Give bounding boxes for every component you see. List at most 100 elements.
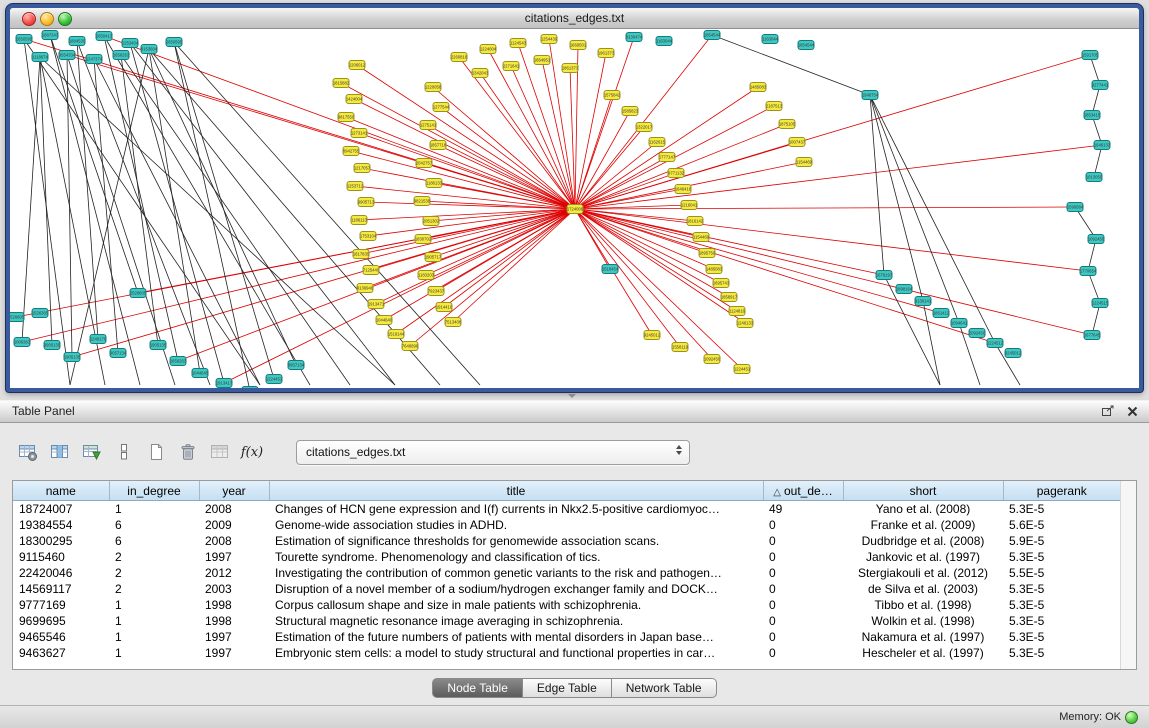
column-header-out_de[interactable]: △out_de… <box>763 481 843 501</box>
tab-node-table[interactable]: Node Table <box>432 678 523 698</box>
new-file-button[interactable] <box>142 439 170 465</box>
graph-node-label: 8942755 <box>343 149 360 154</box>
graph-edges <box>16 35 1102 388</box>
cell-short: Wolkin et al. (1998) <box>843 613 1003 629</box>
function-builder-button[interactable]: f(x) <box>238 439 266 465</box>
table-row[interactable]: 946554611997Estimation of the future num… <box>13 629 1121 645</box>
graph-node-label: 1519144 <box>388 332 405 337</box>
delete-entry-button[interactable] <box>174 439 202 465</box>
graph-edge <box>575 209 884 275</box>
column-header-year[interactable]: year <box>199 481 269 501</box>
table-row[interactable]: 969969511998Structural magnetic resonanc… <box>13 613 1121 629</box>
tab-network-table[interactable]: Network Table <box>612 678 717 698</box>
dropdown-value: citations_edges.txt <box>297 445 405 459</box>
splitter-handle[interactable] <box>566 393 578 399</box>
apply-to-table-button[interactable] <box>206 439 234 465</box>
table-row[interactable]: 1456911722003Disruption of a novel membe… <box>13 581 1121 597</box>
cell-year: 2008 <box>199 501 269 518</box>
cell-in_degree: 2 <box>109 581 199 597</box>
column-view-button[interactable] <box>110 439 138 465</box>
table-row[interactable]: 1872400712008Changes of HCN gene express… <box>13 501 1121 518</box>
table-settings-button[interactable] <box>14 439 42 465</box>
node-table: namein_degreeyeartitle△out_de…shortpager… <box>13 481 1121 661</box>
graph-node-label: 1277544 <box>433 105 450 110</box>
cell-title: Estimation of significance thresholds fo… <box>269 533 763 549</box>
graph-edge <box>40 57 52 345</box>
graph-node-label: 1224451 <box>734 367 751 372</box>
graph-node-label: 1044640 <box>376 318 393 323</box>
graph-node-label: 1518454 <box>602 267 619 272</box>
graph-edge <box>357 65 575 209</box>
table-tabs: Node TableEdge TableNetwork Table <box>0 678 1149 698</box>
graph-node-label: 2650413 <box>96 34 113 39</box>
graph-node-label: 9057134 <box>110 351 127 356</box>
graph-node-label: 1092450 <box>704 357 721 362</box>
table-panel-title: Table Panel <box>12 404 75 418</box>
graph-node-label: 1591705 <box>1082 53 1099 58</box>
tab-edge-table[interactable]: Edge Table <box>523 678 612 698</box>
table-source-dropdown[interactable]: citations_edges.txt <box>296 440 690 465</box>
graph-node-label: 1253404 <box>122 41 139 46</box>
cell-short: Yano et al. (2008) <box>843 501 1003 518</box>
network-canvas[interactable]: 1724006220601218158821424004981755012731… <box>10 29 1139 388</box>
window-titlebar[interactable]: citations_edges.txt <box>10 8 1139 29</box>
graph-node-label: 1895756 <box>699 251 716 256</box>
graph-node-label: 2206012 <box>349 63 366 68</box>
close-panel-icon[interactable] <box>1126 405 1139 418</box>
graph-edge <box>575 209 680 347</box>
graph-node-label: 1656263 <box>113 53 130 58</box>
table-scrollbar[interactable] <box>1120 481 1136 669</box>
cell-name: 18300295 <box>13 533 109 549</box>
graph-edge <box>354 99 575 209</box>
graph-node-label: 1216041 <box>681 203 698 208</box>
column-header-name[interactable]: name <box>13 481 109 501</box>
graph-edge <box>575 209 1092 335</box>
graph-edge <box>436 209 575 291</box>
graph-node-label: 1656263 <box>170 359 187 364</box>
cell-name: 9115460 <box>13 549 109 565</box>
graph-edge <box>67 55 575 209</box>
cell-short: Nakamura et al. (1997) <box>843 629 1003 645</box>
graph-node-label: 1913471 <box>368 302 385 307</box>
table-row[interactable]: 911546021997Tourette syndrome. Phenomeno… <box>13 549 1121 565</box>
column-header-pagerank[interactable]: pagerank <box>1003 481 1121 501</box>
table-panel-body: f(x) citations_edges.txt namein_degreeye… <box>0 423 1149 698</box>
cell-name: 18724007 <box>13 501 109 518</box>
cell-year: 1997 <box>199 549 269 565</box>
cell-year: 1998 <box>199 613 269 629</box>
column-header-title[interactable]: title <box>269 481 763 501</box>
table-row[interactable]: 977716911998Corpus callosum shape and si… <box>13 597 1121 613</box>
import-table-button[interactable] <box>78 439 106 465</box>
table-row[interactable]: 1830029562008Estimation of significance … <box>13 533 1121 549</box>
memory-status-label: Memory: OK <box>1059 711 1121 723</box>
graph-edge <box>438 145 575 209</box>
graph-edge <box>67 55 72 357</box>
cell-short: Hescheler et al. (1997) <box>843 645 1003 661</box>
graph-node-label: 1898164 <box>896 287 913 292</box>
table-row[interactable]: 2242004622012Investigating the contribut… <box>13 565 1121 581</box>
column-header-in_degree[interactable]: in_degree <box>109 481 199 501</box>
graph-edge <box>428 125 575 209</box>
table-panel-header: Table Panel <box>0 400 1149 423</box>
table-row[interactable]: 1938455462009Genome-wide association stu… <box>13 517 1121 533</box>
table-row[interactable]: 946362711997Embryonic stem cells: a mode… <box>13 645 1121 661</box>
graph-edge <box>22 57 40 342</box>
column-header-short[interactable]: short <box>843 481 1003 501</box>
graph-node-label: 9817550 <box>338 115 355 120</box>
graph-node-label: 1905135 <box>150 343 167 348</box>
graph-node-label: 1275141 <box>420 123 437 128</box>
graph-node-label: 1224004 <box>480 47 497 52</box>
cell-in_degree: 1 <box>109 629 199 645</box>
graph-node-label: 1853415 <box>1084 113 1101 118</box>
graph-node-label: 1558119 <box>672 345 689 350</box>
graph-node-label: 1044645 <box>192 371 209 376</box>
choose-columns-button[interactable] <box>46 439 74 465</box>
graph-node-label: 2271641 <box>503 64 520 69</box>
graph-node-label: 1753104 <box>360 234 377 239</box>
graph-node-label: 1124543 <box>510 41 527 46</box>
cell-title: Disruption of a novel member of a sodium… <box>269 581 763 597</box>
graph-node-label: 7513406 <box>445 320 462 325</box>
graph-node-label: 1854544 <box>704 33 721 38</box>
graph-node-label: 1724006 <box>567 207 584 212</box>
float-panel-icon[interactable] <box>1101 404 1116 418</box>
